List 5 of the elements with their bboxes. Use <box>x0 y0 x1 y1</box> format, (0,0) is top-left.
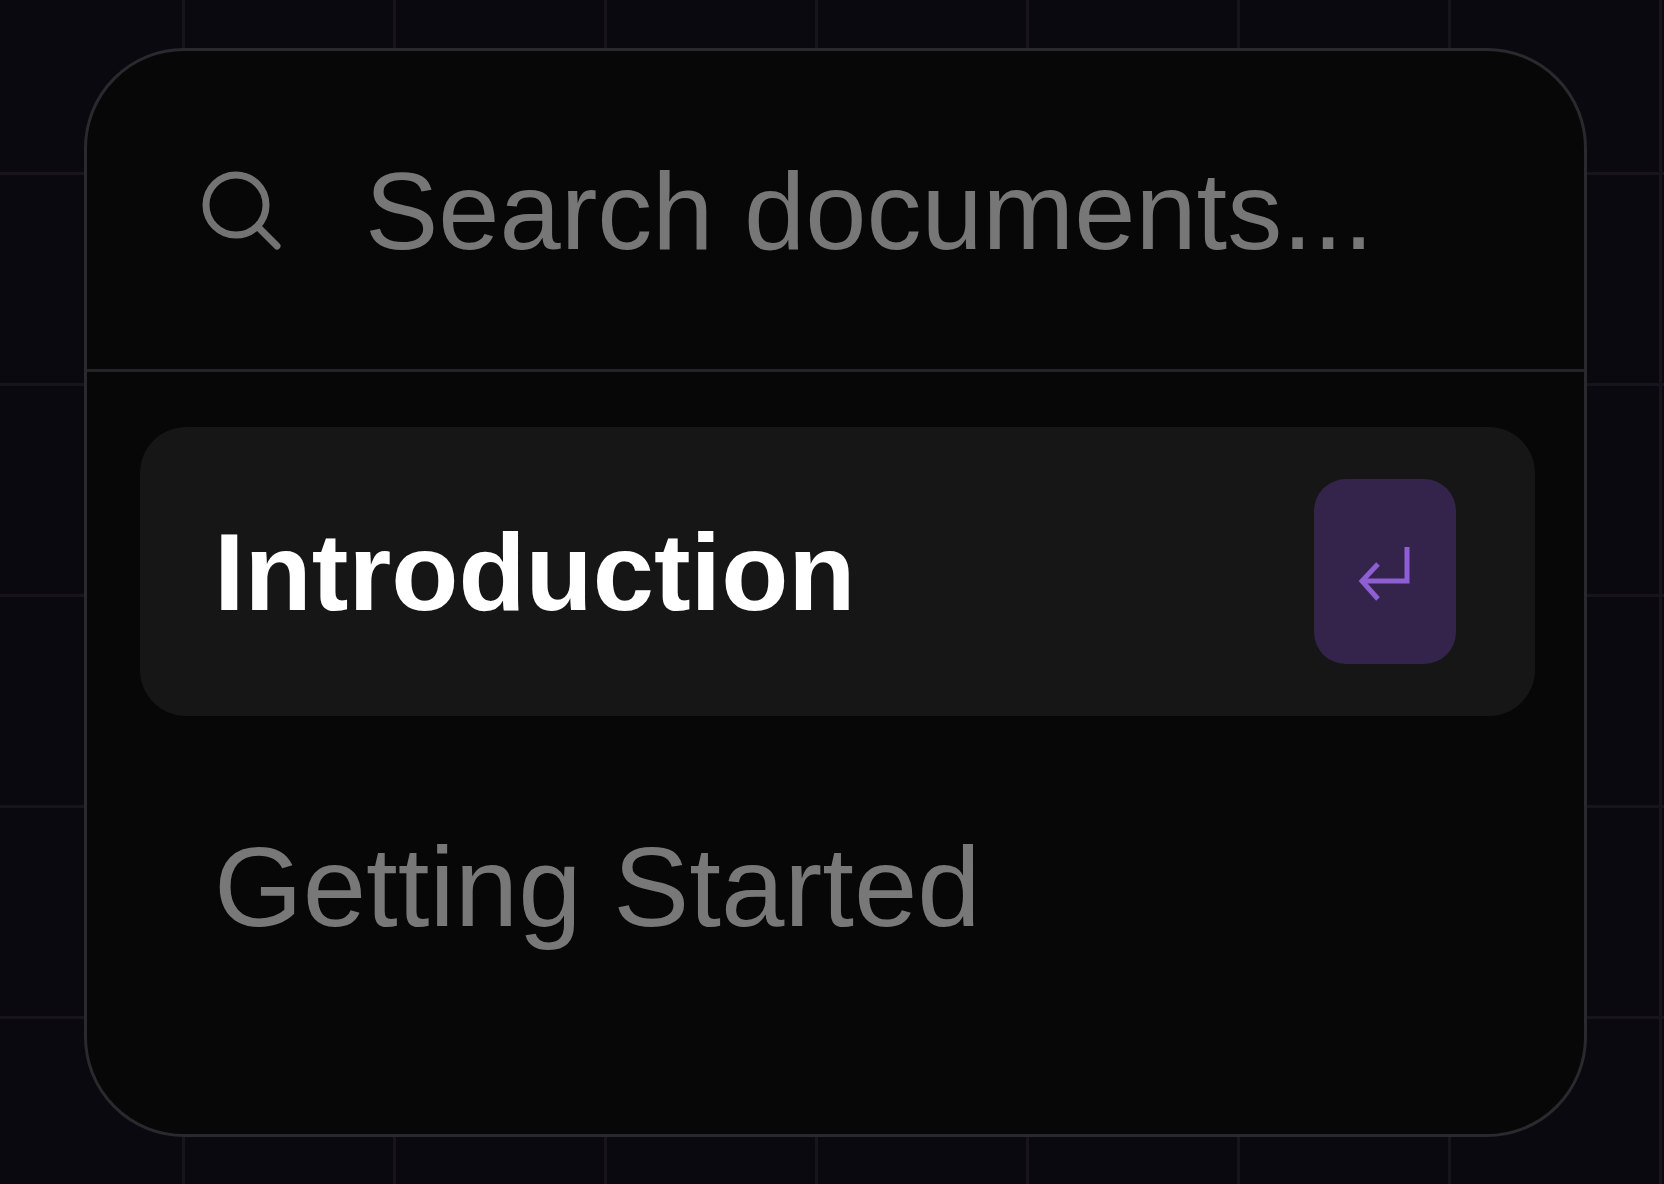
search-icon <box>201 170 281 250</box>
result-item[interactable]: Getting Started <box>140 742 1535 1031</box>
result-item[interactable]: Introduction <box>140 427 1535 716</box>
return-key-icon <box>1314 479 1456 664</box>
search-field[interactable]: Search documents... <box>365 135 1524 285</box>
